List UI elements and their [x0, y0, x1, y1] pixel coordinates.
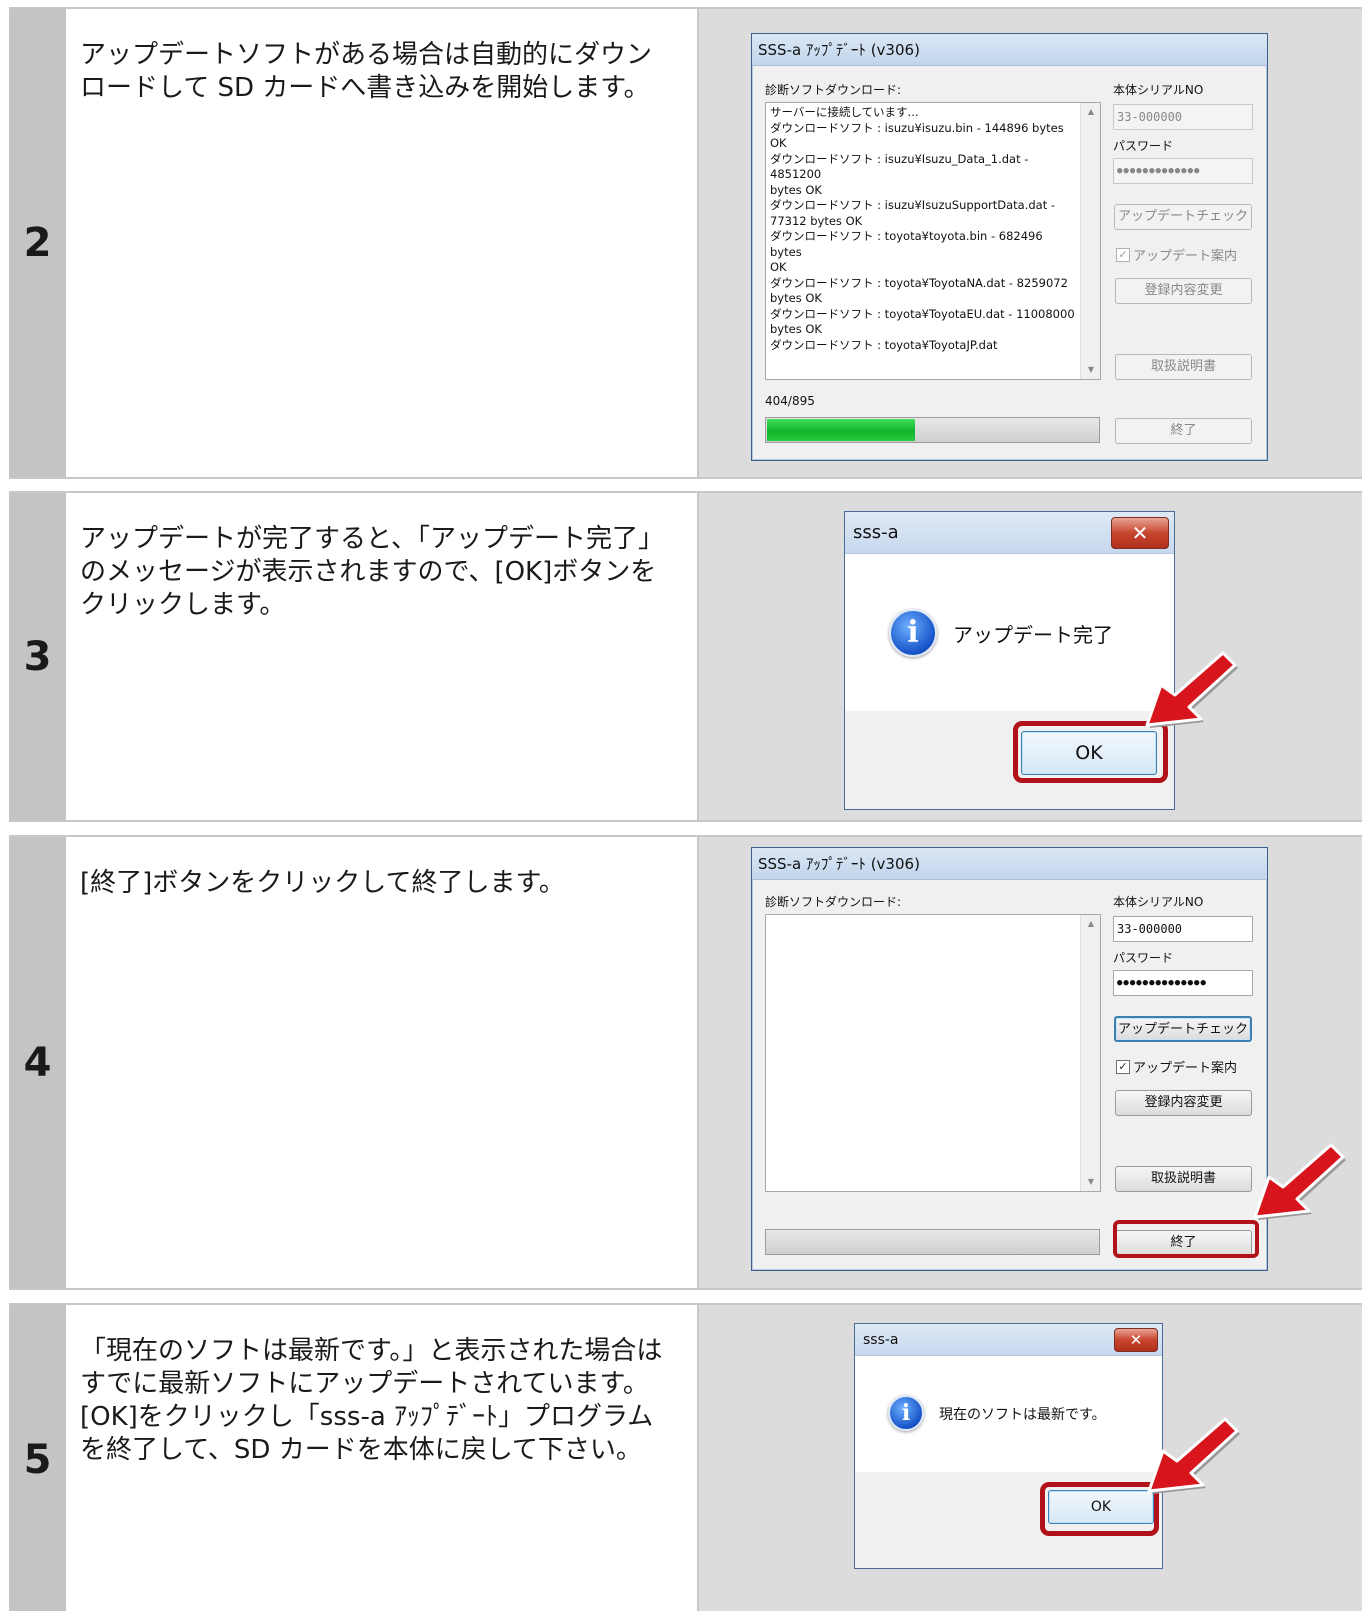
log-line: 77312 bytes OK	[770, 213, 863, 228]
log-line: ダウンロードソフト : isuzu¥IsuzuSupportData.dat -	[770, 198, 1056, 212]
step-description: アップデートが完了すると、「アップデート完了」 のメッセージが表示されますので、…	[66, 493, 699, 820]
step-3: 3 アップデートが完了すると、「アップデート完了」 のメッセージが表示されますの…	[9, 491, 1362, 822]
step-description: 「現在のソフトは最新です。」と表示された場合は すでに最新ソフトにアップデートさ…	[66, 1305, 699, 1611]
manual-button[interactable]: 取扱説明書	[1115, 1166, 1252, 1192]
step-screenshot: SSS-a ｱｯﾌﾟﾃﾞｰﾄ (v306) 診断ソフトダウンロード: ▲ ▼ 本…	[699, 837, 1362, 1288]
password-field[interactable]: ●●●●●●●●●●●●●●	[1113, 970, 1253, 996]
step-text: 「現在のソフトは最新です。」と表示された場合は すでに最新ソフトにアップデートさ…	[80, 1336, 663, 1465]
log-line: ダウンロードソフト : toyota¥ToyotaEU.dat - 110080…	[770, 306, 1075, 321]
dialog-message: アップデート完了	[953, 623, 1113, 647]
exit-highlight	[1113, 1220, 1259, 1258]
dialog-body: i 現在のソフトは最新です。	[855, 1357, 1162, 1472]
close-icon[interactable]: ✕	[1111, 517, 1169, 549]
step-number: 4	[9, 837, 66, 1288]
download-progress-bar	[765, 1229, 1100, 1255]
info-icon: i	[888, 1395, 924, 1431]
update-check-button[interactable]: アップデートチェック	[1114, 1016, 1252, 1042]
checkbox-label: アップデート案内	[1133, 249, 1238, 264]
pointer-arrow-icon	[1147, 1417, 1240, 1494]
step-2: 2 アップデートソフトがある場合は自動的にダウン ロードして SD カードへ書き…	[9, 7, 1362, 479]
step-text: [終了]ボタンをクリックして終了します。	[80, 868, 565, 898]
step-4: 4 [終了]ボタンをクリックして終了します。 SSS-a ｱｯﾌﾟﾃﾞｰﾄ (v…	[9, 835, 1362, 1290]
log-line: ダウンロードソフト : toyota¥ToyotaJP.dat	[770, 337, 998, 352]
pointer-arrow-icon	[1253, 1143, 1346, 1220]
log-line: ダウンロードソフト : isuzu¥isuzu.bin - 144896 byt…	[770, 120, 1068, 151]
dialog-body: i アップデート完了	[845, 555, 1174, 711]
exit-button[interactable]: 終了	[1115, 418, 1252, 444]
download-progress-bar	[765, 417, 1100, 443]
step-screenshot: sss-a ✕ i 現在のソフトは最新です。 OK	[699, 1305, 1362, 1611]
checkbox-checked-icon[interactable]: ✓	[1116, 1059, 1130, 1074]
download-label: 診断ソフトダウンロード:	[765, 895, 902, 909]
dialog-message: 現在のソフトは最新です。	[939, 1407, 1106, 1423]
log-scrollbar[interactable]: ▲ ▼	[1080, 103, 1100, 379]
scroll-up-icon[interactable]: ▲	[1081, 915, 1101, 933]
serial-field[interactable]: 33-000000	[1113, 104, 1253, 130]
checkbox-label: アップデート案内	[1133, 1061, 1238, 1076]
log-text: サーバーに接続しています... ダウンロードソフト : isuzu¥isuzu.b…	[770, 105, 1078, 353]
serial-label: 本体シリアルNO	[1113, 83, 1204, 97]
step-description: アップデートソフトがある場合は自動的にダウン ロードして SD カードへ書き込み…	[66, 9, 699, 477]
updater-window: SSS-a ｱｯﾌﾟﾃﾞｰﾄ (v306) 診断ソフトダウンロード: サーバーに…	[751, 33, 1268, 461]
serial-field[interactable]: 33-000000	[1113, 916, 1253, 942]
progress-count: 404/895	[765, 394, 815, 408]
step-screenshot: SSS-a ｱｯﾌﾟﾃﾞｰﾄ (v306) 診断ソフトダウンロード: サーバーに…	[699, 9, 1362, 477]
scroll-up-icon[interactable]: ▲	[1081, 103, 1101, 121]
scroll-down-icon[interactable]: ▼	[1081, 361, 1101, 379]
scroll-down-icon[interactable]: ▼	[1081, 1173, 1101, 1191]
log-line: bytes OK	[770, 291, 822, 305]
close-icon[interactable]: ✕	[1114, 1328, 1158, 1352]
password-label: パスワード	[1113, 139, 1174, 153]
progress-fill	[767, 419, 916, 441]
step-5: 5 「現在のソフトは最新です。」と表示された場合は すでに最新ソフトにアップデー…	[9, 1303, 1362, 1611]
window-title: SSS-a ｱｯﾌﾟﾃﾞｰﾄ (v306)	[752, 34, 1267, 66]
log-line: サーバーに接続しています...	[770, 105, 919, 119]
edit-registration-button[interactable]: 登録内容変更	[1115, 1090, 1252, 1116]
log-line: ダウンロードソフト : toyota¥toyota.bin - 682496 b…	[770, 229, 1047, 259]
log-line: OK	[770, 260, 787, 274]
log-line: ダウンロードソフト : isuzu¥Isuzu_Data_1.dat - 485…	[770, 151, 1033, 182]
step-description: [終了]ボタンをクリックして終了します。	[66, 837, 699, 1288]
step-text: アップデートソフトがある場合は自動的にダウン ロードして SD カードへ書き込み…	[80, 40, 653, 103]
password-label: パスワード	[1113, 951, 1174, 965]
step-screenshot: sss-a ✕ i アップデート完了 OK	[699, 493, 1362, 820]
manual-button[interactable]: 取扱説明書	[1115, 354, 1252, 380]
update-notify-checkbox[interactable]: ✓ アップデート案内	[1116, 245, 1237, 264]
step-number: 5	[9, 1305, 66, 1611]
update-notify-checkbox[interactable]: ✓ アップデート案内	[1116, 1057, 1237, 1076]
log-scrollbar[interactable]: ▲ ▼	[1080, 915, 1100, 1191]
step-number: 3	[9, 493, 66, 820]
checkbox-checked-icon[interactable]: ✓	[1116, 247, 1130, 262]
log-line: ダウンロードソフト : toyota¥ToyotaNA.dat - 825907…	[770, 275, 1068, 290]
download-log: サーバーに接続しています... ダウンロードソフト : isuzu¥isuzu.b…	[765, 102, 1101, 380]
info-icon: i	[889, 609, 937, 657]
log-line: bytes OK	[770, 182, 822, 197]
serial-label: 本体シリアルNO	[1113, 895, 1204, 909]
step-text: アップデートが完了すると、「アップデート完了」 のメッセージが表示されますので、…	[80, 524, 664, 620]
pointer-arrow-icon	[1145, 651, 1238, 728]
download-log: ▲ ▼	[765, 914, 1101, 1192]
step-number: 2	[9, 9, 66, 477]
window-title: SSS-a ｱｯﾌﾟﾃﾞｰﾄ (v306)	[752, 848, 1267, 880]
update-check-button[interactable]: アップデートチェック	[1114, 204, 1252, 230]
updater-window: SSS-a ｱｯﾌﾟﾃﾞｰﾄ (v306) 診断ソフトダウンロード: ▲ ▼ 本…	[751, 847, 1268, 1271]
password-field[interactable]: ●●●●●●●●●●●●●	[1113, 158, 1253, 184]
log-line: bytes OK	[770, 322, 822, 336]
download-label: 診断ソフトダウンロード:	[765, 83, 902, 97]
edit-registration-button[interactable]: 登録内容変更	[1115, 278, 1252, 304]
